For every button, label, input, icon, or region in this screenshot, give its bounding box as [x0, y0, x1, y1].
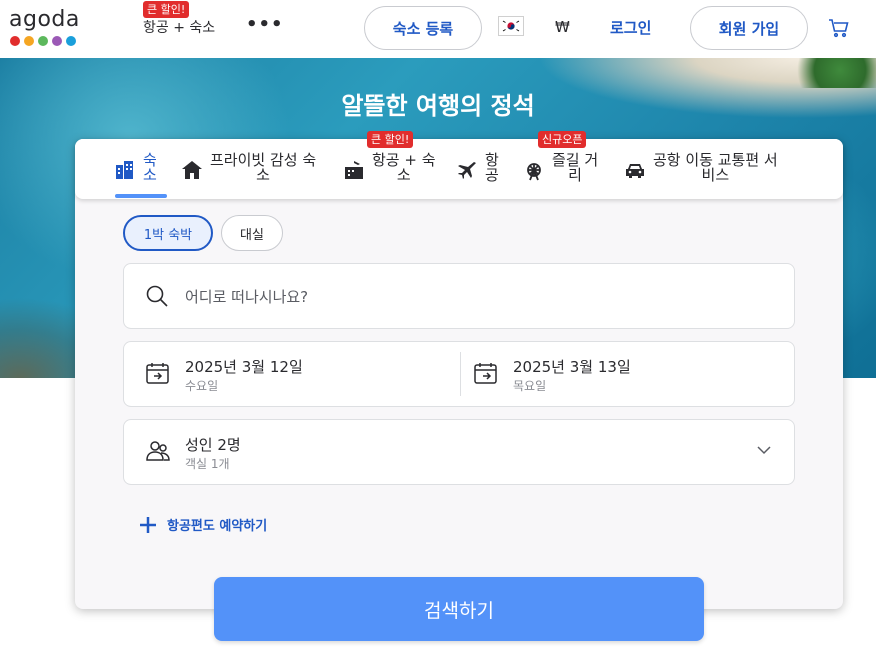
- signup-button[interactable]: 회원 가입: [690, 6, 808, 50]
- active-tab-indicator: [115, 194, 167, 198]
- destination-search-field[interactable]: 어디로 떠나시나요?: [123, 263, 795, 329]
- logo-dots: [10, 36, 80, 46]
- tab-flight-hotel-label: 항공 + 숙 소: [372, 151, 436, 184]
- hero-foliage: [786, 58, 876, 88]
- add-flight-link[interactable]: 항공편도 예약하기: [139, 515, 267, 534]
- hotel-icon: [115, 161, 135, 183]
- logo-text: agoda: [9, 7, 80, 32]
- date-picker-field: 2025년 3월 12일 수요일 2025년 3월 13일 목요일: [123, 341, 795, 407]
- guests-count-text: 성인 2명: [185, 436, 241, 454]
- home-icon: [182, 161, 202, 183]
- login-link[interactable]: 로그인: [610, 17, 651, 38]
- plus-icon: [140, 516, 156, 533]
- tab-private-stays[interactable]: 프라이빗 감성 숙 소: [182, 153, 316, 183]
- checkin-day-text: 수요일: [185, 379, 219, 393]
- tab-package-badge: 큰 할인!: [367, 131, 414, 148]
- search-card: 숙 소 프라이빗 감성 숙 소 큰 할인! 항공 + 숙 소 항 공 신규오픈: [75, 131, 843, 609]
- guests-icon: [146, 440, 170, 466]
- tab-airport-transfer[interactable]: 공항 이동 교통편 서 비스: [625, 153, 778, 183]
- agoda-logo[interactable]: agoda: [9, 9, 80, 46]
- hero-title: 알뜰한 여행의 정석: [341, 92, 535, 120]
- search-input-placeholder: 어디로 떠나시나요?: [185, 288, 309, 306]
- list-property-button[interactable]: 숙소 등록: [364, 6, 482, 50]
- plane-icon: [457, 161, 477, 183]
- checkout-day-text: 목요일: [513, 379, 547, 393]
- tab-private-stays-label: 프라이빗 감성 숙 소: [210, 151, 317, 184]
- tab-activities-badge: 신규오픈: [538, 131, 587, 148]
- tab-hotels-label: 숙 소: [143, 151, 157, 184]
- top-header: agoda 큰 할인! 항공 + 숙소 ••• 숙소 등록 ₩ 로그인 회원 가…: [0, 0, 876, 58]
- tab-flights-label: 항 공: [485, 151, 499, 184]
- checkin-date-text: 2025년 3월 12일: [185, 358, 303, 376]
- car-icon: [625, 161, 645, 183]
- calendar-checkout-icon: [474, 362, 498, 388]
- search-icon: [146, 285, 168, 311]
- more-menu-icon[interactable]: •••: [246, 14, 284, 35]
- checkout-date[interactable]: 2025년 3월 13일 목요일: [461, 342, 795, 406]
- dayuse-stay-pill[interactable]: 대실: [221, 215, 283, 251]
- currency-selector[interactable]: ₩: [555, 18, 570, 36]
- chevron-down-icon: [756, 442, 772, 462]
- tab-flights[interactable]: 항 공: [457, 153, 499, 183]
- cart-icon[interactable]: [828, 18, 850, 42]
- tab-activities[interactable]: 즐길 거 리: [524, 153, 598, 185]
- package-icon: [344, 161, 364, 183]
- rooms-count-text: 객실 1개: [185, 457, 230, 471]
- calendar-checkin-icon: [146, 362, 170, 388]
- ferris-wheel-icon: [524, 161, 544, 185]
- tab-hotels[interactable]: 숙 소: [115, 153, 157, 183]
- tab-flight-hotel[interactable]: 항공 + 숙 소: [344, 153, 436, 183]
- product-tabs: 숙 소 프라이빗 감성 숙 소 큰 할인! 항공 + 숙 소 항 공 신규오픈: [75, 131, 843, 199]
- checkin-date[interactable]: 2025년 3월 12일 수요일: [124, 342, 460, 406]
- search-button[interactable]: 검색하기: [214, 577, 704, 641]
- checkout-date-text: 2025년 3월 13일: [513, 358, 631, 376]
- package-discount-badge: 큰 할인!: [143, 1, 190, 18]
- tab-airport-transfer-label: 공항 이동 교통편 서 비스: [653, 151, 778, 184]
- add-flight-label: 항공편도 예약하기: [167, 519, 268, 534]
- nav-flight-hotel-link[interactable]: 항공 + 숙소: [143, 17, 215, 37]
- tab-activities-label: 즐길 거 리: [552, 151, 599, 184]
- kr-flag-icon[interactable]: [498, 16, 524, 36]
- overnight-stay-pill[interactable]: 1박 숙박: [123, 215, 213, 251]
- guests-rooms-field[interactable]: 성인 2명 객실 1개: [123, 419, 795, 485]
